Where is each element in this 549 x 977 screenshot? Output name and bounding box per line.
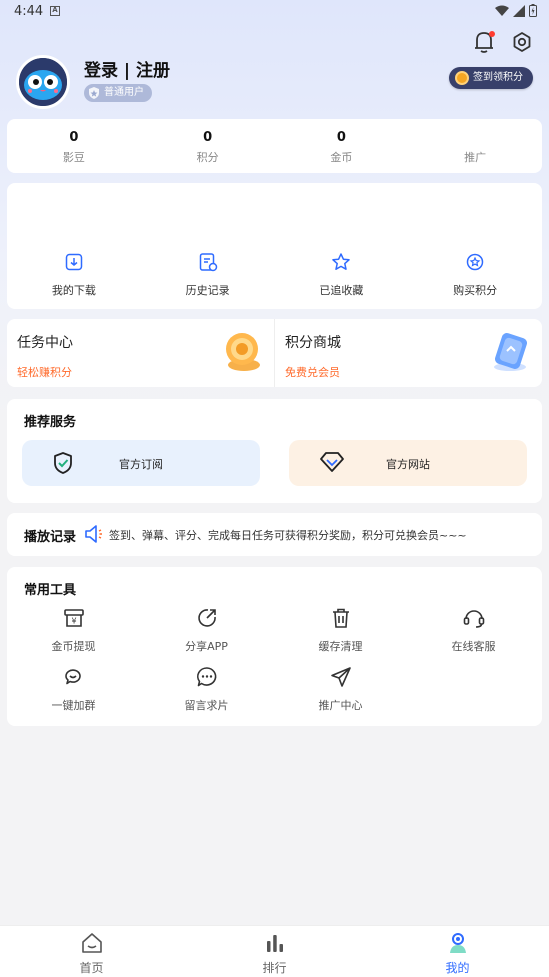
tool-promotion-center[interactable]: 推广中心 [274,666,407,713]
stat-beans[interactable]: 0 影豆 [7,119,141,173]
tool-label: 金币提现 [51,640,96,653]
tool-label: 推广中心 [318,699,363,712]
tab-ranking[interactable]: 排行 [183,926,366,977]
points-mall[interactable]: 积分商城 免费兑会员 [274,319,542,387]
star-icon [332,253,351,270]
home-icon [81,933,102,953]
settings-button[interactable] [511,30,533,54]
notice-marquee: 签到、弹幕、评分、完成每日任务可获得积分奖励，积分可兑换会员~~~ [109,529,467,542]
service-label: 官方订阅 [119,458,163,471]
notification-dot [489,31,495,37]
promo-card: 任务中心 轻松赚积分 积分商城 免费兑会员 [7,319,542,387]
tab-profile[interactable]: 我的 [366,926,549,977]
share-icon [197,609,216,627]
tool-customer-service[interactable]: 在线客服 [407,607,540,654]
group-chat-icon [64,669,81,685]
badge-shield-icon [89,87,99,99]
tab-label: 我的 [445,961,470,975]
play-history-card[interactable]: 播放记录 签到、弹幕、评分、完成每日任务可获得积分奖励，积分可兑换会员~~~ [7,513,542,556]
stat-value: 0 [336,130,346,145]
quick-actions-card: 我的下载 历史记录 已追收藏 购买积分 [7,183,542,309]
tool-share-app[interactable]: 分享APP [140,607,273,654]
card-icon [494,333,528,371]
points-icon [466,253,484,271]
quick-history[interactable]: 历史记录 [141,252,275,298]
wifi-icon [495,5,509,16]
tool-label: 留言求片 [184,699,229,712]
stat-label: 积分 [196,151,219,164]
withdraw-icon: ¥ [63,609,84,627]
status-icons [495,4,537,17]
stat-points[interactable]: 0 积分 [141,119,275,173]
tool-label: 缓存清理 [318,640,363,653]
services-card: 推荐服务 官方订阅 官方网站 [7,399,542,503]
tool-label: 分享APP [185,640,228,653]
services-title: 推荐服务 [24,415,77,430]
profile-icon [449,933,466,953]
tab-label: 首页 [79,961,104,975]
stat-value: 0 [69,130,79,145]
status-time: 4:44 [14,4,44,19]
bottom-tab-bar: 首页 排行 我的 [0,925,549,977]
signin-label: 签到领积分 [473,72,523,83]
official-subscription-button[interactable]: 官方订阅 [22,440,260,486]
gear-icon [513,32,531,52]
tools-card: 常用工具 ¥ 金币提现 分享APP 缓存清理 在线客服 一键加群 留言求片 推广… [7,567,542,726]
quick-label: 购买积分 [453,284,498,297]
login-register-link[interactable]: 登录 | 注册 [84,56,170,81]
stat-promotion[interactable]: 推广 [408,119,542,173]
task-center[interactable]: 任务中心 轻松赚积分 [7,319,274,387]
battery-icon [529,4,537,17]
tool-label: 一键加群 [51,699,96,712]
quick-buy-points[interactable]: 购买积分 [408,252,542,298]
quick-downloads[interactable]: 我的下载 [7,252,141,298]
notification-a-icon: A [50,6,60,16]
play-history-title: 播放记录 [24,530,77,545]
rank-icon [266,935,283,952]
stat-value: 0 [203,130,213,145]
download-icon [65,253,83,271]
coin-icon [455,71,469,85]
speaker-icon [85,525,102,543]
user-level-label: 普通用户 [104,87,144,98]
mascot-avatar-icon [19,58,67,106]
tool-request-film[interactable]: 留言求片 [140,666,273,713]
tool-join-group[interactable]: 一键加群 [7,666,140,713]
official-website-button[interactable]: 官方网站 [289,440,527,486]
stat-label: 金币 [330,151,353,164]
tools-title: 常用工具 [24,583,77,598]
trash-icon [332,608,349,628]
tab-label: 排行 [262,961,287,975]
quick-label: 已追收藏 [319,284,364,297]
stat-label: 影豆 [62,151,85,164]
signin-button[interactable]: 签到领积分 [449,67,533,89]
quick-label: 我的下载 [51,284,96,297]
tab-home[interactable]: 首页 [0,926,183,977]
tool-withdraw[interactable]: ¥ 金币提现 [7,607,140,654]
user-level-badge: 普通用户 [84,84,152,102]
quick-label: 历史记录 [185,284,230,297]
send-icon [330,667,351,687]
tool-label: 在线客服 [451,640,496,653]
notification-button[interactable] [473,30,495,54]
history-icon [199,253,217,272]
coins-icon [226,333,260,371]
header-actions [473,30,533,54]
stats-card: 0 影豆 0 积分 0 金币 推广 [7,119,542,173]
status-bar: 4:44 A [0,0,549,24]
avatar[interactable] [16,55,70,109]
svg-text:¥: ¥ [71,617,76,626]
service-label: 官方网站 [386,458,430,471]
quick-favorites[interactable]: 已追收藏 [275,252,409,298]
tool-clear-cache[interactable]: 缓存清理 [274,607,407,654]
stat-label: 推广 [464,151,487,164]
headset-icon [463,610,484,628]
message-icon [196,667,216,687]
signal-icon [513,4,525,17]
stat-value [408,130,542,146]
stat-gold[interactable]: 0 金币 [275,119,409,173]
